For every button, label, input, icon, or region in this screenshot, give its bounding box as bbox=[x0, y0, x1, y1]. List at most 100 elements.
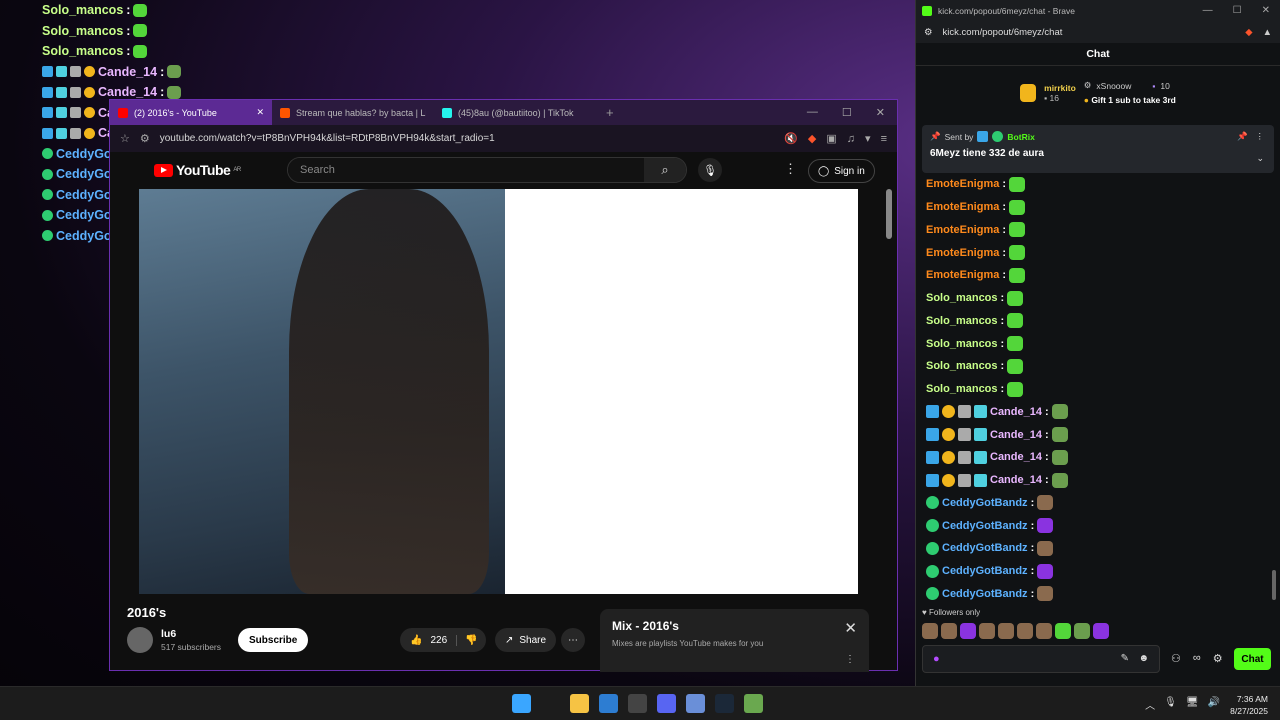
youtube-logo[interactable]: YouTube AR bbox=[154, 162, 241, 178]
page-scrollbar[interactable] bbox=[886, 189, 892, 239]
chat-username[interactable]: Cande_14 bbox=[990, 429, 1042, 441]
search-icon[interactable] bbox=[541, 694, 560, 713]
rewards-icon[interactable]: ▲ bbox=[1263, 27, 1272, 38]
file-explorer-icon[interactable] bbox=[570, 694, 589, 713]
subscribe-button[interactable]: Subscribe bbox=[238, 628, 309, 652]
menu-icon[interactable]: ≡ bbox=[881, 133, 887, 145]
quick-emote[interactable] bbox=[922, 623, 938, 639]
chat-username[interactable]: Cande_14 bbox=[990, 406, 1042, 418]
channel-name[interactable]: lu6 bbox=[161, 628, 221, 640]
volume-icon[interactable]: 🔊 bbox=[1208, 697, 1220, 712]
quick-emote[interactable] bbox=[998, 623, 1014, 639]
sidebar-icon[interactable]: ▣ bbox=[826, 132, 836, 145]
settings-icon[interactable]: ⚙ bbox=[1213, 652, 1223, 665]
chat-username[interactable]: EmoteEnigma bbox=[926, 178, 999, 190]
store-icon[interactable] bbox=[599, 694, 618, 713]
chat-username[interactable]: EmoteEnigma bbox=[926, 269, 999, 281]
chrome-icon[interactable] bbox=[628, 694, 647, 713]
browser-tab[interactable]: (2) 2016's - YouTube ✕ bbox=[110, 100, 272, 125]
channel-avatar[interactable] bbox=[127, 627, 153, 653]
mic-tray-icon[interactable]: 🎙 bbox=[1164, 697, 1177, 712]
pinned-menu-icon[interactable]: ⋮ bbox=[1256, 131, 1265, 142]
brave-shield-icon[interactable]: ◆ bbox=[1245, 27, 1252, 38]
quick-emote[interactable] bbox=[1036, 623, 1052, 639]
chat-username[interactable]: Cande_14 bbox=[990, 474, 1042, 486]
chat-username[interactable]: CeddyGotBandz bbox=[942, 588, 1028, 600]
chat-username[interactable]: EmoteEnigma bbox=[926, 247, 999, 259]
more-actions-button[interactable]: ⋯ bbox=[561, 628, 585, 652]
maximize-icon[interactable]: ☐ bbox=[842, 106, 852, 119]
quick-emote[interactable] bbox=[960, 623, 976, 639]
send-chat-button[interactable]: Chat bbox=[1234, 648, 1271, 670]
chat-username[interactable]: Solo_mancos bbox=[926, 383, 998, 395]
steam-icon[interactable] bbox=[715, 694, 734, 713]
quick-emote[interactable] bbox=[1074, 623, 1090, 639]
close-icon[interactable]: ✕ bbox=[844, 619, 857, 637]
chat-username[interactable]: CeddyGotBandz bbox=[942, 520, 1028, 532]
chat-username[interactable]: Solo_mancos bbox=[926, 338, 998, 350]
tab-close-icon[interactable]: ✕ bbox=[256, 107, 264, 118]
site-settings-icon[interactable]: ⚙ bbox=[140, 132, 150, 145]
gift-user-name[interactable]: xSnooow bbox=[1096, 81, 1131, 91]
minecraft-icon[interactable] bbox=[744, 694, 763, 713]
browser-tab[interactable]: (45)8au (@bautiitoo) | TikTok bbox=[434, 100, 596, 125]
mic-icon[interactable]: ● bbox=[933, 653, 940, 665]
gift-cta[interactable]: Gift 1 sub to take 3rd bbox=[1091, 95, 1176, 105]
search-button[interactable]: ⌕ bbox=[644, 158, 686, 182]
chat-input[interactable]: ● ✎ ☻ bbox=[922, 645, 1160, 673]
more-options-icon[interactable]: ⋮ bbox=[784, 161, 797, 177]
chat-username[interactable]: Solo_mancos bbox=[926, 315, 998, 327]
dislike-button[interactable]: 👎 bbox=[457, 635, 477, 646]
chevron-down-icon[interactable]: ⌄ bbox=[1256, 153, 1264, 164]
brave-shield-icon[interactable]: ◆ bbox=[808, 132, 816, 145]
discord-icon[interactable] bbox=[657, 694, 676, 713]
close-icon[interactable]: ✕ bbox=[876, 106, 885, 119]
url-field[interactable]: youtube.com/watch?v=tP8BnVPH94k&list=RDt… bbox=[160, 133, 774, 144]
url-field[interactable]: kick.com/popout/6meyz/chat bbox=[943, 27, 1236, 38]
quick-emote[interactable] bbox=[1055, 623, 1071, 639]
sign-in-button[interactable]: ◯ Sign in bbox=[808, 159, 875, 183]
mix-more-icon[interactable]: ⋮ bbox=[845, 654, 855, 665]
minimize-icon[interactable]: — bbox=[1203, 5, 1213, 16]
video-player[interactable] bbox=[139, 189, 858, 594]
close-icon[interactable]: ✕ bbox=[1262, 5, 1270, 16]
pinned-bot-name[interactable]: BotRix bbox=[1007, 132, 1034, 142]
chat-username[interactable]: EmoteEnigma bbox=[926, 224, 999, 236]
network-icon[interactable]: 🖥 bbox=[1186, 697, 1199, 712]
quick-emote[interactable] bbox=[979, 623, 995, 639]
translate-icon[interactable]: ✎ bbox=[1121, 653, 1129, 664]
chat-username[interactable]: CeddyGotBandz bbox=[942, 565, 1028, 577]
browser-tab[interactable]: Stream que hablas? by bacta | Listen bbox=[272, 100, 434, 125]
vpn-icon[interactable]: ▾ bbox=[865, 132, 871, 145]
chat-username[interactable]: Solo_mancos bbox=[926, 360, 998, 372]
share-button[interactable]: ↗ Share bbox=[495, 628, 557, 652]
site-settings-icon[interactable]: ⚙ bbox=[924, 27, 933, 38]
emoji-icon[interactable]: ☻ bbox=[1138, 653, 1149, 664]
tray-chevron-icon[interactable]: ︿ bbox=[1145, 697, 1155, 712]
top-gifter-name[interactable]: mirrkito bbox=[1044, 83, 1076, 93]
mute-icon[interactable]: 🔇 bbox=[784, 132, 798, 145]
chat-username[interactable]: CeddyGotBandz bbox=[942, 542, 1028, 554]
chat-scrollbar[interactable] bbox=[1272, 570, 1276, 600]
chat-username[interactable]: Solo_mancos bbox=[926, 292, 998, 304]
search-input[interactable]: Search bbox=[288, 158, 644, 182]
chat-username[interactable]: CeddyGotBandz bbox=[942, 497, 1028, 509]
chat-username[interactable]: Cande_14 bbox=[990, 451, 1042, 463]
media-icon[interactable]: ♫ bbox=[847, 133, 855, 145]
maximize-icon[interactable]: ☐ bbox=[1233, 5, 1242, 16]
minimize-icon[interactable]: — bbox=[807, 106, 818, 119]
bookmark-icon[interactable]: ☆ bbox=[120, 132, 130, 145]
like-button[interactable]: 👍 226 bbox=[400, 634, 458, 646]
clock[interactable]: 7:36 AM 8/27/2025 bbox=[1230, 693, 1268, 717]
users-icon[interactable]: ⚇ bbox=[1171, 652, 1181, 665]
pin-icon[interactable]: 📌 bbox=[1237, 131, 1248, 142]
infinity-icon[interactable]: ∞ bbox=[1193, 652, 1201, 665]
quick-emote[interactable] bbox=[1017, 623, 1033, 639]
new-tab-button[interactable]: + bbox=[606, 105, 614, 120]
chat-username[interactable]: EmoteEnigma bbox=[926, 201, 999, 213]
windows-start-icon[interactable] bbox=[512, 694, 531, 713]
quick-emote[interactable] bbox=[1093, 623, 1109, 639]
voice-search-button[interactable]: 🎙 bbox=[698, 158, 722, 182]
brave-icon[interactable] bbox=[686, 694, 705, 713]
quick-emote[interactable] bbox=[941, 623, 957, 639]
